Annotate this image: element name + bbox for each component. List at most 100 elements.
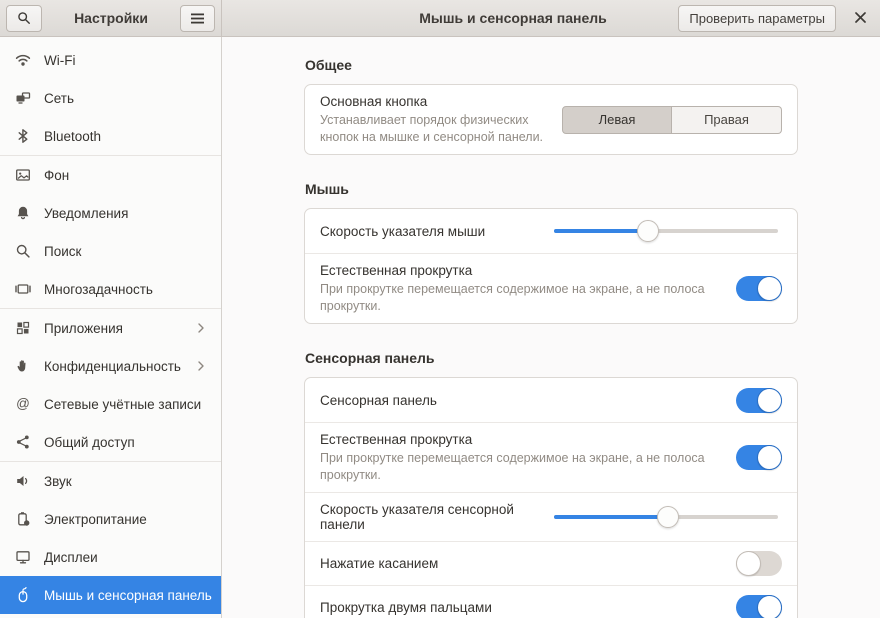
test-settings-button[interactable]: Проверить параметры xyxy=(678,5,836,32)
sidebar-item-label: Электропитание xyxy=(44,512,206,527)
row-subtitle: При прокрутке перемещается содержимое на… xyxy=(320,281,724,314)
sidebar-item-label: Звук xyxy=(44,474,206,489)
sidebar: Wi-Fi Сеть Bluetooth Фон xyxy=(0,37,222,618)
primary-button-segmented: Левая Правая xyxy=(562,106,782,134)
row-title: Нажатие касанием xyxy=(320,556,724,571)
row-title: Естественная прокрутка xyxy=(320,263,724,278)
row-title: Скорость указателя сенсорной панели xyxy=(320,502,542,532)
section-touchpad: Сенсорная панель Сенсорная панель Естест… xyxy=(304,350,798,618)
sidebar-item-notifications[interactable]: Уведомления xyxy=(0,194,221,232)
window-body: Wi-Fi Сеть Bluetooth Фон xyxy=(0,37,880,618)
network-icon xyxy=(15,90,31,106)
sidebar-item-label: Мышь и сенсорная панель xyxy=(44,588,212,603)
row-title: Прокрутка двумя пальцами xyxy=(320,600,724,615)
section-title: Общее xyxy=(305,57,798,73)
battery-icon xyxy=(15,511,31,527)
touchpad-natural-scroll-toggle[interactable] xyxy=(736,445,782,470)
wallpaper-icon xyxy=(15,167,31,183)
primary-button-row: Основная кнопка Устанавливает порядок фи… xyxy=(305,85,797,154)
headerbar: Настройки Мышь и сенсорная панель Провер… xyxy=(0,0,880,37)
menu-button[interactable] xyxy=(180,5,215,32)
mouse-icon xyxy=(15,587,31,603)
sidebar-item-label: Фон xyxy=(44,168,206,183)
sidebar-item-label: Приложения xyxy=(44,321,183,336)
sidebar-item-label: Уведомления xyxy=(44,206,206,221)
mouse-speed-row: Скорость указателя мыши xyxy=(305,209,797,253)
touchpad-speed-slider[interactable] xyxy=(554,504,778,530)
content-area: Общее Основная кнопка Устанавливает поря… xyxy=(222,37,880,618)
bell-icon xyxy=(15,205,31,221)
two-finger-scroll-toggle[interactable] xyxy=(736,595,782,618)
share-icon xyxy=(15,434,31,450)
sidebar-item-label: Конфиденциальность xyxy=(44,359,183,374)
mouse-card: Скорость указателя мыши Естественная про… xyxy=(304,208,798,324)
sidebar-item-multitasking[interactable]: Многозадачность xyxy=(0,270,221,308)
svg-text:@: @ xyxy=(16,396,30,411)
hamburger-icon xyxy=(191,13,204,24)
left-option-button[interactable]: Левая xyxy=(562,106,672,134)
sidebar-item-sound[interactable]: Звук xyxy=(0,462,221,500)
row-subtitle: Устанавливает порядок физических кнопок … xyxy=(320,112,550,145)
sidebar-item-label: Сетевые учётные записи xyxy=(44,397,206,412)
touchpad-enable-row: Сенсорная панель xyxy=(305,378,797,422)
sidebar-item-label: Поиск xyxy=(44,244,206,259)
page-title: Мышь и сенсорная панель xyxy=(419,10,606,26)
mouse-natural-scroll-toggle[interactable] xyxy=(736,276,782,301)
privacy-hand-icon xyxy=(15,358,31,374)
sidebar-item-displays[interactable]: Дисплеи xyxy=(0,538,221,576)
section-mouse: Мышь Скорость указателя мыши xyxy=(304,181,798,324)
row-title: Основная кнопка xyxy=(320,94,550,109)
close-button[interactable] xyxy=(849,7,871,29)
sidebar-item-network[interactable]: Сеть xyxy=(0,79,221,117)
multitasking-icon xyxy=(15,281,31,297)
general-card: Основная кнопка Устанавливает порядок фи… xyxy=(304,84,798,155)
slider-handle[interactable] xyxy=(657,506,679,528)
sidebar-item-search[interactable]: Поиск xyxy=(0,232,221,270)
two-finger-scroll-row: Прокрутка двумя пальцами xyxy=(305,585,797,618)
search-button[interactable] xyxy=(6,5,42,32)
sidebar-item-background[interactable]: Фон xyxy=(0,156,221,194)
sidebar-item-label: Многозадачность xyxy=(44,282,206,297)
sidebar-headerbar: Настройки xyxy=(0,0,222,36)
search-icon xyxy=(17,11,31,25)
right-option-button[interactable]: Правая xyxy=(672,106,782,134)
sidebar-item-label: Сеть xyxy=(44,91,206,106)
section-title: Мышь xyxy=(305,181,798,197)
apps-grid-icon xyxy=(15,320,31,336)
sidebar-item-label: Wi-Fi xyxy=(44,53,206,68)
row-title: Скорость указателя мыши xyxy=(320,224,542,239)
sidebar-item-label: Общий доступ xyxy=(44,435,206,450)
display-icon xyxy=(15,549,31,565)
touchpad-enable-toggle[interactable] xyxy=(736,388,782,413)
mouse-speed-slider[interactable] xyxy=(554,218,778,244)
sidebar-item-privacy[interactable]: Конфиденциальность xyxy=(0,347,221,385)
chevron-right-icon xyxy=(196,361,206,371)
sidebar-item-label: Bluetooth xyxy=(44,129,206,144)
sidebar-item-wifi[interactable]: Wi-Fi xyxy=(0,41,221,79)
touchpad-natural-scroll-row: Естественная прокрутка При прокрутке пер… xyxy=(305,422,797,492)
main-headerbar: Мышь и сенсорная панель Проверить параме… xyxy=(222,0,880,36)
sidebar-item-bluetooth[interactable]: Bluetooth xyxy=(0,117,221,155)
section-general: Общее Основная кнопка Устанавливает поря… xyxy=(304,57,798,155)
wifi-icon xyxy=(15,52,31,68)
row-subtitle: При прокрутке перемещается содержимое на… xyxy=(320,450,724,483)
sidebar-item-online-accounts[interactable]: @ Сетевые учётные записи xyxy=(0,385,221,423)
sidebar-item-sharing[interactable]: Общий доступ xyxy=(0,423,221,461)
touchpad-card: Сенсорная панель Естественная прокрутка … xyxy=(304,377,798,618)
slider-handle[interactable] xyxy=(637,220,659,242)
at-sign-icon: @ xyxy=(15,396,31,412)
bluetooth-icon xyxy=(15,128,31,144)
touchpad-speed-row: Скорость указателя сенсорной панели xyxy=(305,492,797,541)
row-title: Естественная прокрутка xyxy=(320,432,724,447)
search-icon xyxy=(15,243,31,259)
settings-window: Настройки Мышь и сенсорная панель Провер… xyxy=(0,0,880,618)
sidebar-title: Настройки xyxy=(74,10,148,26)
speaker-icon xyxy=(15,473,31,489)
sidebar-item-label: Дисплеи xyxy=(44,550,206,565)
tap-to-click-toggle[interactable] xyxy=(736,551,782,576)
sidebar-item-applications[interactable]: Приложения xyxy=(0,309,221,347)
sidebar-item-mouse-touchpad[interactable]: Мышь и сенсорная панель xyxy=(0,576,221,614)
chevron-right-icon xyxy=(196,323,206,333)
mouse-natural-scroll-row: Естественная прокрутка При прокрутке пер… xyxy=(305,253,797,323)
sidebar-item-power[interactable]: Электропитание xyxy=(0,500,221,538)
